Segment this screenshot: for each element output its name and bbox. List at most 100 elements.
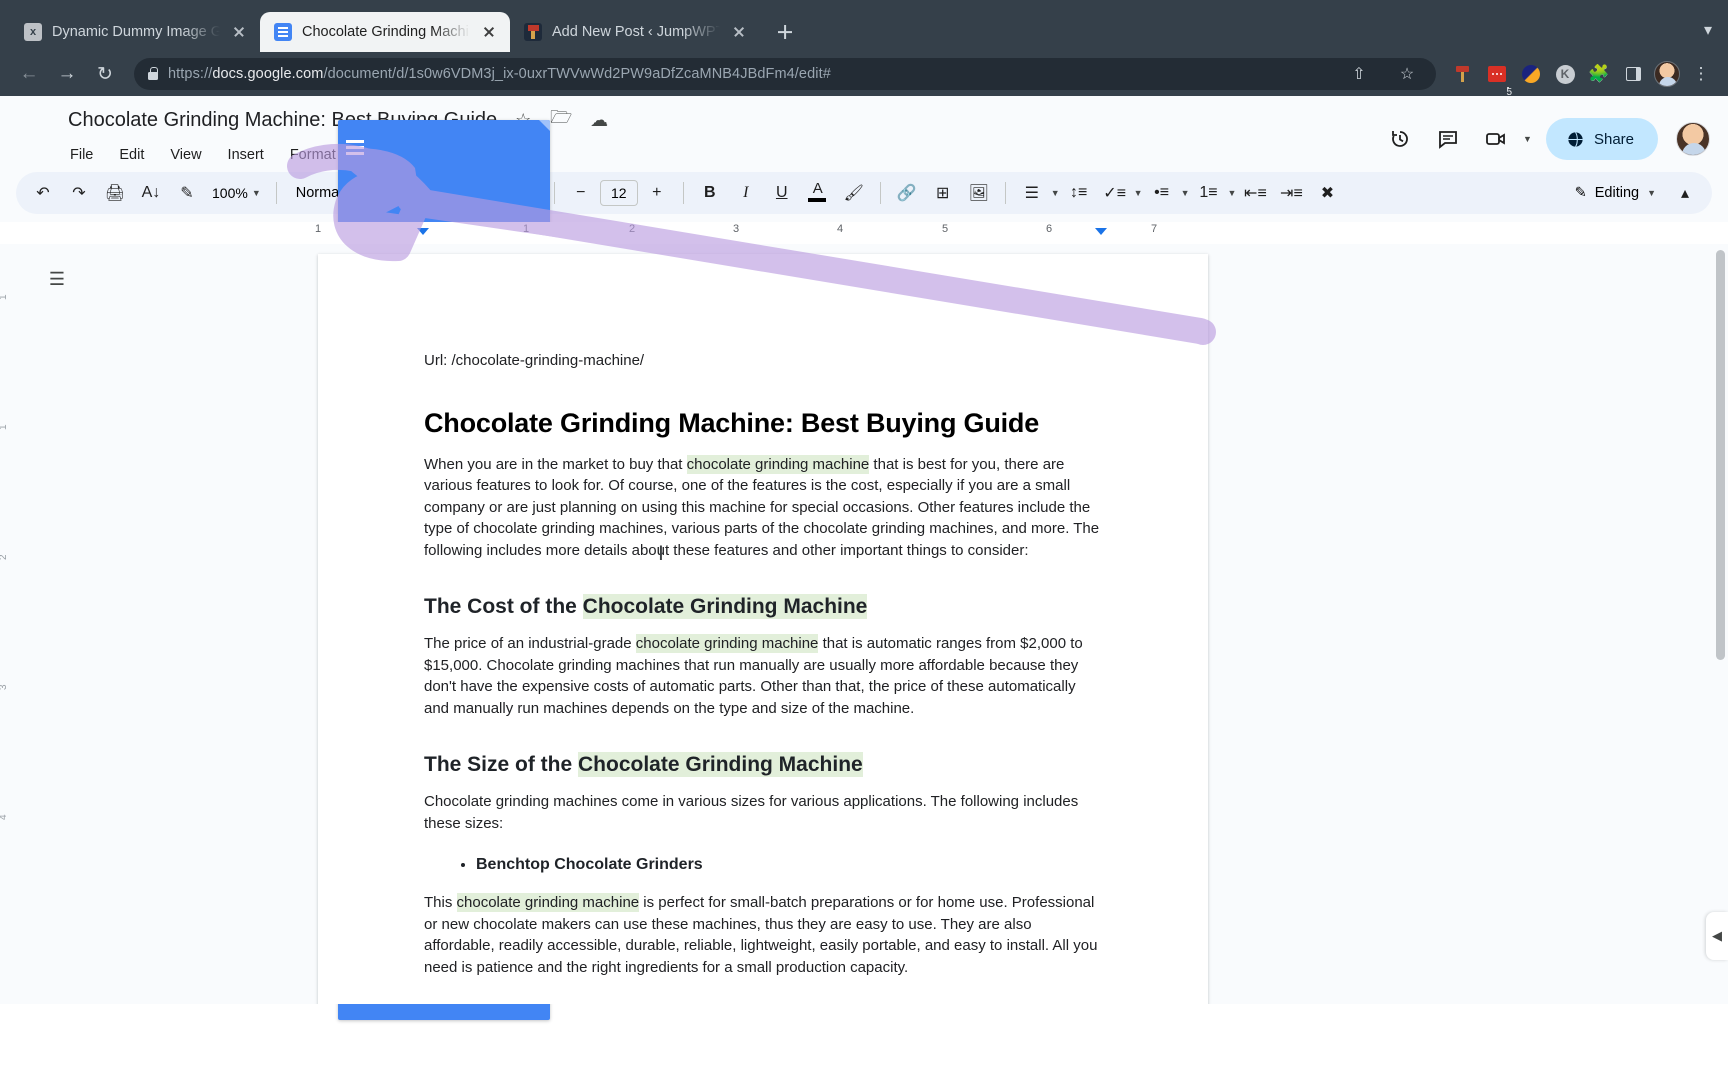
bold-button[interactable]: B [693, 176, 727, 210]
browser-chrome: x Dynamic Dummy Image Genera Chocolate G… [0, 0, 1728, 98]
ruler-number: 4 [836, 223, 844, 235]
zoom-selector[interactable]: 100% ▼ [206, 176, 267, 210]
align-chevron-down-icon[interactable]: ▼ [1051, 188, 1060, 198]
browser-menu-icon[interactable]: ⋮ [1686, 59, 1716, 89]
font-size-input[interactable]: 12 [599, 180, 638, 206]
numbered-list-icon[interactable]: 1≡ [1192, 176, 1226, 210]
move-to-folder-icon[interactable]: 🗁 [549, 107, 573, 132]
redo-icon[interactable]: ↷ [62, 176, 96, 210]
share-button[interactable]: Share [1545, 118, 1658, 160]
checklist-icon[interactable]: ✓≡ [1098, 176, 1132, 210]
document-outline-icon[interactable]: ☰ [40, 262, 74, 296]
new-tab-button[interactable] [768, 15, 802, 49]
ruler-number: 5 [941, 223, 949, 235]
chevron-down-icon[interactable]: ▾ [1704, 20, 1712, 40]
meet-chevron-down-icon[interactable]: ▼ [1523, 134, 1532, 144]
browser-tabstrip: x Dynamic Dummy Image Genera Chocolate G… [0, 0, 1728, 52]
left-indent-marker[interactable] [417, 228, 429, 235]
bookmark-star-icon[interactable]: ☆ [1392, 59, 1422, 89]
reload-icon[interactable]: ↻ [88, 57, 122, 91]
paint-format-icon[interactable]: ✎ [170, 176, 204, 210]
extension-badge-count: 5 [1506, 86, 1513, 98]
account-avatar[interactable] [1676, 122, 1710, 156]
docs-toolbar: ↶ ↷ 🖨 A↓ ✎ 100% ▼ Normal text ▼ Arial ▼ … [16, 172, 1712, 214]
menu-edit[interactable]: Edit [117, 144, 146, 166]
align-icon[interactable]: ☰ [1015, 176, 1049, 210]
url-line-paragraph: Url: /chocolate-grinding-machine/ [424, 352, 645, 369]
version-history-icon[interactable] [1379, 118, 1421, 160]
collapse-toolbar-icon[interactable]: ▴ [1668, 176, 1702, 210]
checklist-chevron-down-icon[interactable]: ▼ [1134, 188, 1143, 198]
decrease-indent-icon[interactable]: ⇤≡ [1238, 176, 1272, 210]
editing-mode-button[interactable]: ✎ Editing ▼ [1567, 176, 1664, 210]
insert-image-icon[interactable]: 🖼 [962, 176, 996, 210]
extension-moon-icon[interactable] [1516, 59, 1546, 89]
editing-mode-label: Editing [1594, 185, 1640, 201]
increase-indent-icon[interactable]: ⇥≡ [1274, 176, 1308, 210]
expand-panel-button[interactable]: ◀ [1706, 912, 1728, 960]
back-icon[interactable]: ← [12, 57, 46, 91]
line-spacing-icon[interactable]: ↕≡ [1062, 176, 1096, 210]
browser-tab-3-title: Add New Post ‹ JumpWPT — W [552, 24, 720, 40]
document-heading-size: The Size of the Chocolate Grinding Machi… [424, 752, 863, 777]
vertical-scrollbar[interactable] [1716, 250, 1725, 890]
undo-icon[interactable]: ↶ [26, 176, 60, 210]
extensions-puzzle-icon[interactable]: 🧩 [1584, 59, 1614, 89]
cloud-saved-icon[interactable]: ☁ [587, 108, 611, 132]
comment-icon[interactable] [1427, 118, 1469, 160]
google-meet-icon[interactable] [1475, 118, 1517, 160]
menu-file[interactable]: File [68, 144, 95, 166]
document-page[interactable]: Url: /chocolate-grinding-machine/ Chocol… [318, 254, 1208, 1004]
menu-insert[interactable]: Insert [226, 144, 266, 166]
profile-avatar[interactable] [1652, 59, 1682, 89]
browser-tab-2-title: Chocolate Grinding Machine: B [302, 24, 470, 40]
extension-k-icon[interactable]: K [1550, 59, 1580, 89]
text-cursor-icon [658, 543, 664, 567]
scrollbar-thumb[interactable] [1716, 250, 1725, 660]
browser-tab-1[interactable]: x Dynamic Dummy Image Genera [10, 12, 260, 52]
highlight-color-button[interactable]: 🖌 [837, 176, 871, 210]
menu-format[interactable]: Format [288, 144, 338, 166]
close-icon[interactable] [480, 23, 498, 41]
decrease-font-size-button[interactable]: − [564, 176, 598, 210]
ruler-number: 1 [522, 223, 530, 235]
spell-check-icon[interactable]: A↓ [134, 176, 168, 210]
share-icon[interactable]: ⇧ [1344, 59, 1374, 89]
list-item: Benchtop Chocolate Grinders [476, 852, 1102, 878]
document-heading-1: Chocolate Grinding Machine: Best Buying … [424, 407, 1040, 438]
insert-link-icon[interactable]: 🔗 [890, 176, 924, 210]
extension-hammer-icon[interactable] [1448, 59, 1478, 89]
docs-title-row: Chocolate Grinding Machine: Best Buying … [68, 104, 1379, 136]
paragraph-intro-a: When you are in the market to buy that [424, 455, 687, 473]
close-icon[interactable] [730, 23, 748, 41]
document-bullet-list: Benchtop Chocolate Grinders [476, 852, 1102, 878]
chevron-down-icon: ▼ [1647, 188, 1656, 198]
url-text: https://docs.google.com/document/d/1s0w6… [168, 66, 831, 82]
menu-view[interactable]: View [168, 144, 203, 166]
keyword-highlight: chocolate grinding machine [635, 634, 819, 653]
numbered-list-chevron-down-icon[interactable]: ▼ [1228, 188, 1237, 198]
browser-tab-2[interactable]: Chocolate Grinding Machine: B [260, 12, 510, 52]
extension-red-badge-icon[interactable]: 5 [1482, 59, 1513, 98]
print-icon[interactable]: 🖨 [98, 176, 132, 210]
paragraph-cost: The price of an industrial-grade chocola… [424, 634, 1083, 717]
close-icon[interactable] [230, 23, 248, 41]
bulleted-list-chevron-down-icon[interactable]: ▼ [1181, 188, 1190, 198]
underline-button[interactable]: U [765, 176, 799, 210]
bulleted-list-icon[interactable]: •≡ [1145, 176, 1179, 210]
browser-tab-3[interactable]: Add New Post ‹ JumpWPT — W [510, 12, 760, 52]
right-indent-marker[interactable] [1095, 228, 1107, 235]
ruler-number: 2 [628, 223, 636, 235]
address-bar[interactable]: https://docs.google.com/document/d/1s0w6… [134, 58, 1436, 90]
forward-icon[interactable]: → [50, 57, 84, 91]
text-color-button[interactable]: A [801, 176, 835, 210]
side-panel-icon[interactable] [1618, 59, 1648, 89]
google-docs-logo-icon[interactable] [20, 110, 550, 1020]
ruler-track[interactable]: 1 1 2 3 4 5 6 7 [315, 222, 1208, 244]
add-comment-icon[interactable]: ⊞ [926, 176, 960, 210]
italic-button[interactable]: I [729, 176, 763, 210]
clear-formatting-icon[interactable]: ✖ [1310, 176, 1344, 210]
increase-font-size-button[interactable]: + [640, 176, 674, 210]
wordpress-icon [524, 23, 542, 41]
document-body[interactable]: Url: /chocolate-grinding-machine/ Chocol… [424, 350, 1102, 978]
